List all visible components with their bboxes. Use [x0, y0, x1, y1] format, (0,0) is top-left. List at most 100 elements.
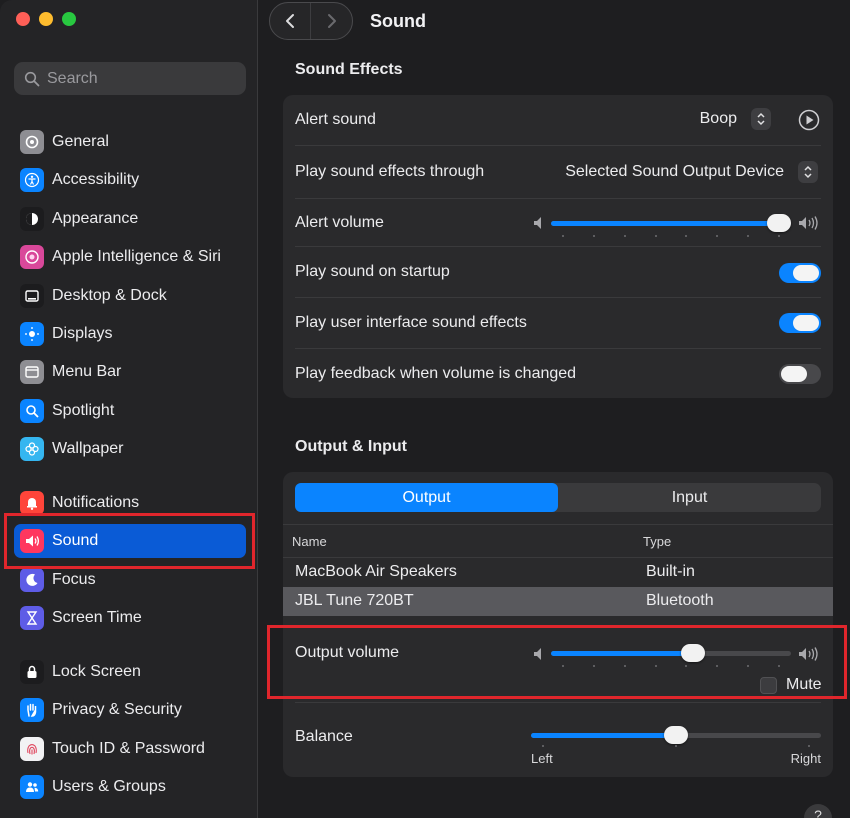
speaker-low-icon: [534, 217, 541, 229]
highlight-box-output-volume: [267, 625, 847, 699]
tab-output[interactable]: Output: [295, 483, 558, 512]
play-through-row: Play sound effects through Selected Soun…: [283, 146, 833, 198]
slider-fill: [551, 221, 779, 226]
appearance-icon: [20, 207, 44, 231]
sidebar-item-label: Touch ID & Password: [52, 740, 205, 757]
back-button[interactable]: [270, 3, 312, 39]
forward-button[interactable]: [311, 3, 352, 39]
magnifier-icon: [20, 399, 44, 423]
slider-ticks: [551, 235, 791, 238]
alert-volume-label: Alert volume: [295, 213, 384, 231]
speaker-high-icon: [799, 216, 818, 230]
tab-input[interactable]: Input: [558, 483, 821, 512]
window-controls: [16, 12, 76, 26]
play-through-label: Play sound effects through: [295, 163, 485, 180]
startup-row: Play sound on startup: [283, 247, 833, 297]
sidebar-item-label: Wallpaper: [52, 440, 124, 457]
slider-tick: [685, 235, 688, 237]
accessibility-icon: [20, 168, 44, 192]
users-icon: [20, 775, 44, 799]
play-through-stepper[interactable]: [798, 161, 818, 183]
help-button[interactable]: ?: [804, 804, 832, 818]
sidebar-item-wallpaper[interactable]: Wallpaper: [14, 432, 246, 466]
slider-tick: [562, 235, 564, 237]
zoom-window-button[interactable]: [62, 12, 76, 26]
section-title-output-input: Output & Input: [295, 438, 407, 455]
sidebar-item-label: Displays: [52, 325, 113, 342]
ui-effects-row: Play user interface sound effects: [283, 298, 833, 348]
sidebar-item-appearance[interactable]: Appearance: [14, 202, 246, 236]
highlight-box-sound: [4, 513, 255, 569]
flower-icon: [20, 437, 44, 461]
sidebar-item-label: Accessibility: [52, 171, 140, 188]
bell-icon: [20, 491, 44, 515]
device-name: MacBook Air Speakers: [295, 563, 457, 580]
column-header-name[interactable]: Name: [292, 534, 327, 549]
sidebar-item-users-groups[interactable]: Users & Groups: [14, 770, 246, 804]
balance-label: Balance: [295, 728, 353, 745]
balance-right-label: Right: [790, 751, 821, 766]
sidebar-item-menu-bar[interactable]: Menu Bar: [14, 355, 246, 389]
table-row[interactable]: MacBook Air Speakers Built-in: [283, 558, 833, 587]
sidebar-item-spotlight[interactable]: Spotlight: [14, 394, 246, 428]
feedback-row: Play feedback when volume is changed: [283, 349, 833, 398]
navigation-buttons: [269, 2, 353, 40]
sidebar-item-label: Privacy & Security: [52, 701, 182, 718]
alert-sound-value: Boop: [699, 110, 737, 127]
sidebar-item-apple-intelligence-siri[interactable]: Apple Intelligence & Siri: [14, 240, 246, 274]
sidebar-item-desktop-dock[interactable]: Desktop & Dock: [14, 279, 246, 313]
startup-toggle[interactable]: [779, 263, 821, 283]
output-input-segmented-control: Output Input: [295, 483, 821, 512]
siri-icon: [20, 245, 44, 269]
slider-tick: [592, 235, 595, 237]
sun-icon: [20, 322, 44, 346]
column-header-type[interactable]: Type: [643, 534, 671, 549]
up-down-chevron-icon: [757, 112, 765, 126]
sidebar-item-label: Users & Groups: [52, 778, 166, 795]
balance-left-label: Left: [531, 751, 553, 766]
sidebar-item-accessibility[interactable]: Accessibility: [14, 163, 246, 197]
toggle-knob: [781, 366, 807, 382]
toolbar: Sound: [258, 0, 850, 46]
sound-effects-card: Alert sound Boop Play sound effects thro…: [283, 95, 833, 398]
alert-sound-popup[interactable]: Boop: [700, 108, 771, 130]
alert-volume-slider[interactable]: [551, 214, 791, 232]
sidebar-item-touch-id-password[interactable]: Touch ID & Password: [14, 732, 246, 766]
sidebar-item-general[interactable]: General: [14, 125, 246, 159]
table-row-selected[interactable]: JBL Tune 720BT Bluetooth: [283, 587, 833, 616]
slider-knob[interactable]: [664, 726, 688, 744]
sidebar-item-displays[interactable]: Displays: [14, 317, 246, 351]
sidebar-item-privacy-security[interactable]: Privacy & Security: [14, 693, 246, 727]
play-icon[interactable]: [798, 109, 820, 131]
toggle-knob: [793, 265, 819, 281]
fingerprint-icon: [20, 737, 44, 761]
hourglass-icon: [20, 606, 44, 630]
alert-sound-row: Alert sound Boop: [283, 95, 833, 145]
search-input[interactable]: [47, 69, 227, 88]
up-down-chevron-icon: [804, 165, 812, 179]
slider-ticks: [531, 745, 821, 748]
sidebar-item-label: Focus: [52, 571, 96, 588]
sidebar-item-lock-screen[interactable]: Lock Screen: [14, 655, 246, 689]
search-field[interactable]: [14, 62, 246, 95]
feedback-label: Play feedback when volume is changed: [295, 364, 577, 382]
lock-icon: [20, 660, 44, 684]
minimize-window-button[interactable]: [39, 12, 53, 26]
ui-effects-toggle[interactable]: [779, 313, 821, 333]
play-through-popup[interactable]: Selected Sound Output Device: [565, 161, 818, 183]
alert-volume-row: Alert volume: [283, 199, 833, 246]
slider-tick: [778, 235, 780, 237]
device-table-header: Name Type: [283, 524, 833, 558]
slider-tick: [747, 235, 750, 237]
toggle-knob: [793, 315, 819, 331]
balance-slider[interactable]: [531, 726, 821, 744]
feedback-toggle[interactable]: [779, 364, 821, 384]
gear-icon: [20, 130, 44, 154]
sidebar-item-screen-time[interactable]: Screen Time: [14, 601, 246, 635]
slider-tick: [623, 235, 626, 237]
slider-knob[interactable]: [767, 214, 791, 232]
close-window-button[interactable]: [16, 12, 30, 26]
sidebar-item-label: Desktop & Dock: [52, 287, 167, 304]
section-title-sound-effects: Sound Effects: [295, 61, 403, 78]
alert-sound-stepper[interactable]: [751, 108, 771, 130]
